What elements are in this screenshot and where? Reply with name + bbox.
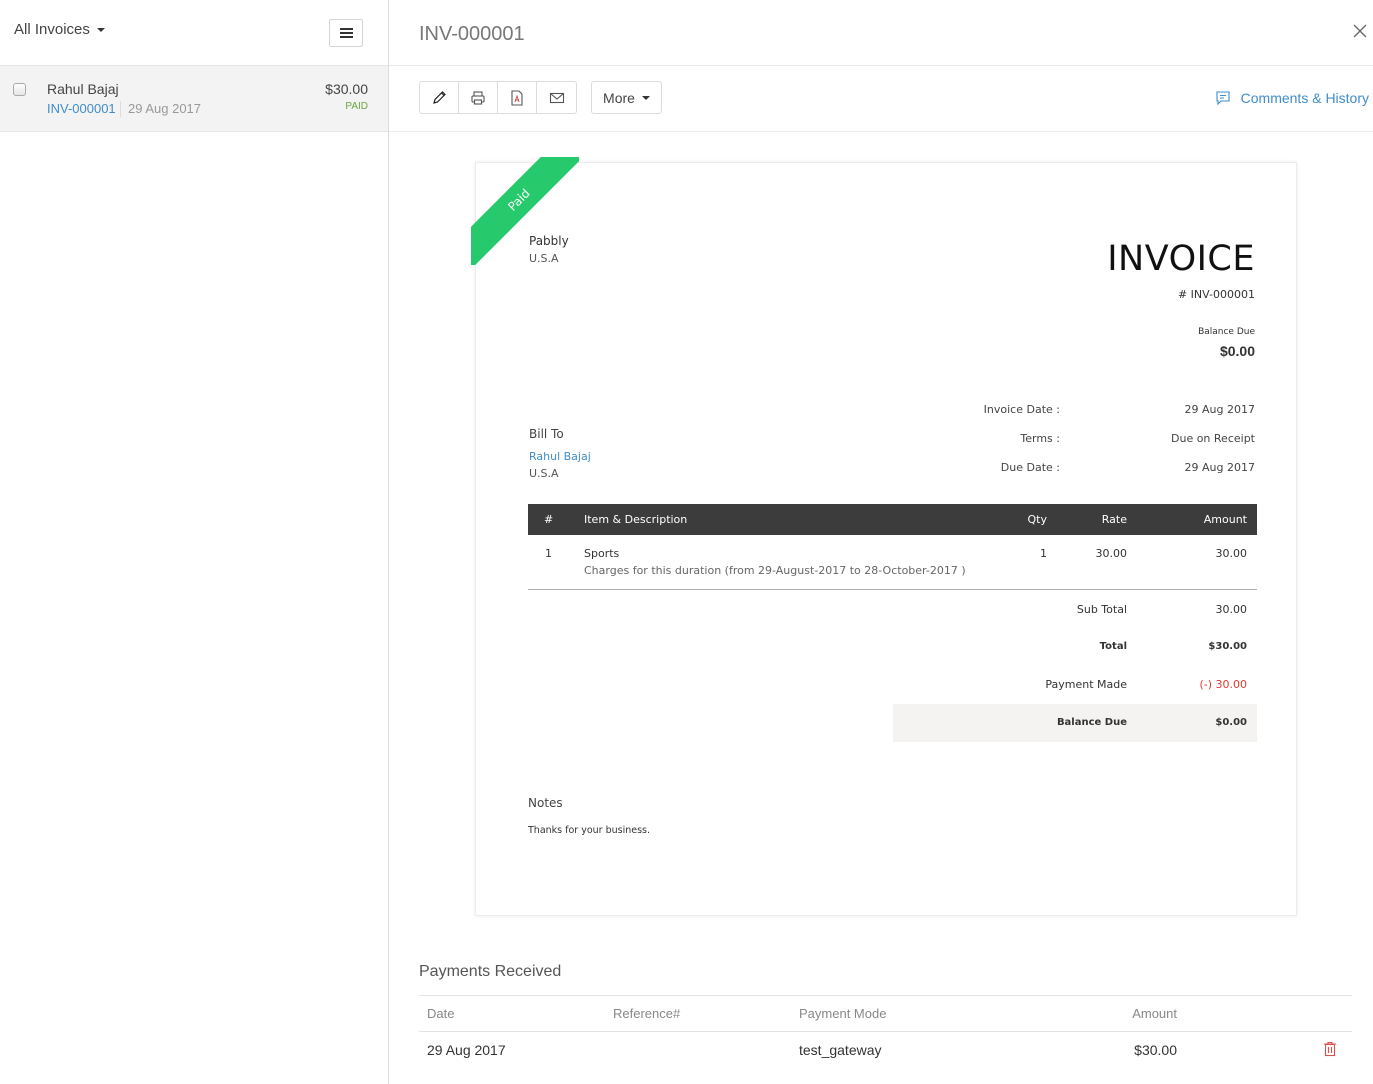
col-item: Item & Description bbox=[584, 513, 688, 526]
table-row: 1 Sports Charges for this duration (from… bbox=[528, 535, 1257, 590]
comments-history-link[interactable]: Comments & History bbox=[1215, 90, 1369, 106]
comments-label: Comments & History bbox=[1240, 90, 1369, 106]
meta-label: Terms : bbox=[1020, 432, 1060, 445]
paid-ribbon: Paid bbox=[471, 157, 579, 265]
balance-due-row: Balance Due $0.00 bbox=[893, 704, 1257, 742]
printer-icon bbox=[471, 90, 485, 105]
detail-header: INV-000001 bbox=[389, 0, 1373, 66]
meta-value: 29 Aug 2017 bbox=[1184, 403, 1255, 416]
caret-down-icon bbox=[641, 95, 650, 100]
col-amount: Amount bbox=[1203, 513, 1247, 526]
bill-to-label: Bill To bbox=[529, 427, 564, 441]
row-item: Sports bbox=[584, 547, 620, 560]
page-title: INV-000001 bbox=[419, 23, 525, 45]
sidebar-header: All Invoices bbox=[0, 0, 388, 66]
payments-table-header: Date Reference# Payment Mode Amount bbox=[419, 995, 1352, 1032]
list-menu-button[interactable] bbox=[329, 19, 363, 47]
meta-label: Due Date : bbox=[1000, 461, 1060, 474]
payments-title: Payments Received bbox=[419, 963, 562, 980]
meta-value: 29 Aug 2017 bbox=[1184, 461, 1255, 474]
notes-text: Thanks for your business. bbox=[528, 825, 651, 836]
row-qty: 1 bbox=[1040, 547, 1047, 560]
meta-label: Invoice Date : bbox=[983, 403, 1060, 416]
row-amount: 30.00 bbox=[1215, 547, 1248, 560]
close-icon bbox=[1353, 24, 1367, 38]
payment-row: 29 Aug 2017 test_gateway $30.00 bbox=[419, 1032, 1352, 1069]
hamburger-icon-line bbox=[339, 32, 353, 34]
hamburger-icon-line bbox=[339, 36, 353, 38]
invoice-filter-dropdown[interactable]: All Invoices bbox=[14, 21, 105, 38]
line-items-table: # Item & Description Qty Rate Amount 1 S… bbox=[528, 504, 1257, 590]
payment-made-label: Payment Made bbox=[1045, 678, 1127, 691]
close-button[interactable] bbox=[1353, 24, 1367, 38]
list-item-checkbox[interactable] bbox=[13, 83, 26, 96]
pdf-button[interactable] bbox=[498, 82, 537, 113]
sub-total-value: 30.00 bbox=[1215, 603, 1248, 616]
col-amount: Amount bbox=[1132, 1006, 1177, 1021]
total-label: Total bbox=[1099, 641, 1127, 652]
notes-label: Notes bbox=[528, 796, 563, 810]
row-rate: 30.00 bbox=[1095, 547, 1128, 560]
delete-payment-button[interactable] bbox=[1323, 1041, 1337, 1060]
list-item-amount: $30.00 bbox=[325, 81, 368, 97]
col-qty: Qty bbox=[1027, 513, 1047, 526]
list-item-date: 29 Aug 2017 bbox=[128, 101, 202, 116]
col-reference: Reference# bbox=[613, 1006, 681, 1021]
invoice-number: # INV-000001 bbox=[1177, 288, 1255, 301]
balance-due-total-value: $0.00 bbox=[1215, 717, 1247, 728]
ribbon-label: Paid bbox=[471, 157, 579, 265]
pdf-icon bbox=[511, 89, 523, 106]
action-button-group bbox=[419, 81, 577, 114]
sub-total-row: Sub Total 30.00 bbox=[528, 603, 1257, 641]
payment-amount: $30.00 bbox=[1134, 1042, 1177, 1058]
balance-due-total-label: Balance Due bbox=[1056, 717, 1127, 728]
invoice-list-item[interactable]: Rahul Bajaj INV-000001 29 Aug 2017 $30.0… bbox=[0, 66, 388, 132]
col-date: Date bbox=[427, 1006, 455, 1021]
total-value: $30.00 bbox=[1208, 641, 1247, 652]
col-rate: Rate bbox=[1101, 513, 1127, 526]
email-button[interactable] bbox=[537, 82, 576, 113]
bill-to-country: U.S.A bbox=[529, 467, 559, 480]
table-header: # Item & Description Qty Rate Amount bbox=[528, 504, 1257, 535]
payments-received-section: Payments Received Date Reference# Paymen… bbox=[419, 963, 1352, 1069]
toolbar: More Comments & History bbox=[389, 66, 1373, 132]
invoice-detail-pane: INV-000001 More Comments & History Paid … bbox=[389, 0, 1373, 1084]
balance-due-value: $0.00 bbox=[1219, 343, 1255, 359]
meta-value: Due on Receipt bbox=[1171, 432, 1255, 445]
row-num: 1 bbox=[545, 547, 552, 560]
invoice-list-sidebar: All Invoices Rahul Bajaj INV-000001 29 A… bbox=[0, 0, 389, 1084]
col-payment-mode: Payment Mode bbox=[799, 1006, 887, 1021]
row-description: Charges for this duration (from 29-Augus… bbox=[584, 564, 966, 577]
comment-icon bbox=[1216, 91, 1230, 106]
total-row: Total $30.00 bbox=[528, 641, 1257, 679]
mail-icon bbox=[549, 92, 564, 103]
more-label: More bbox=[603, 89, 635, 106]
list-item-invoice-number[interactable]: INV-000001 bbox=[47, 101, 116, 116]
balance-due-label: Balance Due bbox=[1198, 327, 1255, 337]
pencil-icon bbox=[433, 90, 446, 104]
col-num: # bbox=[544, 513, 554, 526]
trash-icon bbox=[1324, 1041, 1336, 1057]
caret-down-icon bbox=[96, 27, 105, 32]
payment-made-value: (-) 30.00 bbox=[1199, 678, 1247, 691]
sub-total-label: Sub Total bbox=[1076, 603, 1127, 616]
status-badge: PAID bbox=[345, 101, 368, 112]
hamburger-icon bbox=[339, 28, 353, 30]
payment-mode: test_gateway bbox=[799, 1042, 882, 1058]
bill-to-customer-link[interactable]: Rahul Bajaj bbox=[529, 450, 591, 463]
print-button[interactable] bbox=[459, 82, 498, 113]
filter-label: All Invoices bbox=[14, 21, 90, 38]
organization-country: U.S.A bbox=[529, 252, 559, 265]
divider bbox=[120, 101, 121, 117]
more-dropdown-button[interactable]: More bbox=[591, 81, 662, 114]
invoice-heading: INVOICE bbox=[1107, 239, 1255, 279]
edit-button[interactable] bbox=[420, 82, 459, 113]
organization-name: Pabbly bbox=[529, 234, 569, 248]
invoice-document: Paid Pabbly U.S.A INVOICE # INV-000001 B… bbox=[471, 157, 1297, 916]
payment-date: 29 Aug 2017 bbox=[427, 1042, 506, 1058]
list-item-customer: Rahul Bajaj bbox=[47, 81, 119, 97]
